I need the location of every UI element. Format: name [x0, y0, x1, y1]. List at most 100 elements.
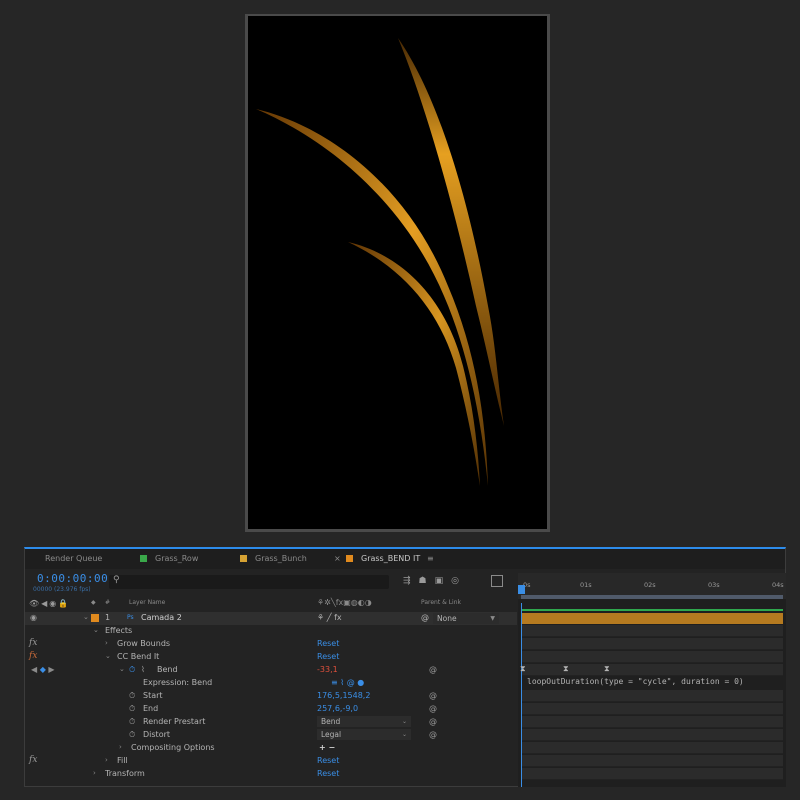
time-ruler[interactable]: 0s 01s 02s 03s 04s	[518, 573, 786, 599]
property-row-distort[interactable]: ⏱ Distort Legal ⌄ @	[25, 729, 517, 742]
eye-icon[interactable]: ◉	[30, 613, 37, 622]
layer-name[interactable]: Camada 2	[141, 613, 182, 622]
expand-chevron-icon[interactable]: ⌄	[105, 652, 111, 660]
time-graph[interactable]: 0s 01s 02s 03s 04s ⧗ ⧗ ⧗ loopOutDuration…	[518, 573, 786, 787]
stopwatch-icon[interactable]: ⏱	[129, 704, 135, 714]
pickwhip-icon[interactable]: @	[429, 730, 437, 739]
effect-fx-icon[interactable]: fx	[29, 638, 37, 648]
stopwatch-icon[interactable]: ⏱	[129, 665, 135, 675]
pickwhip-icon[interactable]: @	[429, 665, 437, 674]
compositing-add-remove-buttons[interactable]: + −	[319, 743, 335, 752]
close-icon[interactable]: ×	[334, 554, 341, 563]
property-row-render-prestart[interactable]: ⏱ Render Prestart Bend ⌄ @	[25, 716, 517, 729]
property-row-end[interactable]: ⏱ End 257,6,-9,0 @	[25, 703, 517, 716]
stopwatch-icon[interactable]: ⏱	[129, 717, 135, 727]
work-area-bar[interactable]	[521, 595, 783, 599]
ruler-tick-label: 02s	[644, 581, 656, 589]
playhead-handle[interactable]	[518, 585, 525, 594]
effect-row-grow-bounds[interactable]: fx › Grow Bounds Reset	[25, 638, 517, 651]
expand-chevron-icon[interactable]: ›	[93, 769, 96, 777]
composition-mini-flowchart-icon[interactable]: ⇶	[403, 576, 419, 586]
expression-controls[interactable]: ≡ ⌇ @ ●	[331, 678, 364, 687]
expand-chevron-icon[interactable]: ⌄	[93, 626, 99, 634]
number-column-header: #	[105, 599, 111, 606]
layer-name-column-header[interactable]: Layer Name	[129, 599, 165, 613]
property-row-compositing-options[interactable]: › Compositing Options + −	[25, 742, 517, 755]
pickwhip-icon[interactable]: @	[429, 691, 437, 700]
track-lane	[521, 716, 783, 728]
track-lane	[521, 742, 783, 754]
track-lane	[521, 625, 783, 637]
tab-grass-row[interactable]: Grass_Row	[140, 554, 198, 563]
effect-name: Fill	[117, 756, 128, 765]
track-lane	[521, 729, 783, 741]
tab-render-queue[interactable]: Render Queue	[45, 554, 102, 563]
keyframe-navigator[interactable]: ◀ ◆ ▶	[31, 665, 55, 674]
expand-chevron-icon[interactable]: ›	[105, 639, 108, 647]
property-name: Transform	[105, 769, 145, 778]
playhead-line[interactable]	[521, 603, 522, 787]
distort-select[interactable]: Legal ⌄	[317, 729, 411, 740]
layer-expand-chevron-icon[interactable]: ⌄	[83, 613, 89, 621]
layer-duration-bar[interactable]	[521, 613, 783, 624]
timeline-switches-toolbar[interactable]: ⇶☗▣◎	[403, 576, 467, 586]
end-value[interactable]: 257,6,-9,0	[317, 704, 358, 713]
layer-row[interactable]: ◉ ⌄ 1 Ps Camada 2 ⚘ ╱ fx @ None ▼	[25, 612, 517, 625]
graph-editor-button[interactable]	[491, 575, 503, 587]
grass-blades-artwork	[256, 38, 504, 486]
effect-fx-icon[interactable]: fx	[29, 755, 37, 765]
shy-layers-icon[interactable]: ▣	[435, 576, 452, 586]
pickwhip-icon[interactable]: @	[421, 613, 429, 622]
ruler-tick-label: 03s	[708, 581, 720, 589]
graph-icon[interactable]: ⌇	[141, 665, 145, 674]
expand-chevron-icon[interactable]: ⌄	[119, 665, 125, 673]
keyframe-icon[interactable]: ⧗	[520, 664, 526, 674]
reset-link[interactable]: Reset	[317, 756, 339, 765]
ruler-tick-label: 01s	[580, 581, 592, 589]
panel-menu-icon[interactable]: ≡	[427, 554, 434, 563]
effect-row-cc-bend-it[interactable]: fx ⌄ CC Bend It Reset	[25, 651, 517, 664]
label-column-header: ◆	[91, 599, 96, 606]
property-name: End	[143, 704, 159, 713]
tab-grass-bend-it[interactable]: Grass_BEND IT	[346, 554, 420, 563]
search-input[interactable]: ⚲	[109, 575, 389, 589]
property-row-bend[interactable]: ◀ ◆ ▶ ⌄ ⏱ ⌇ Bend -33,1 @	[25, 664, 517, 677]
layer-label-color[interactable]	[91, 614, 99, 622]
av-features-header: 👁◀◉🔒	[29, 599, 71, 608]
reset-link[interactable]: Reset	[317, 769, 339, 778]
keyframe-icon[interactable]: ⧗	[563, 664, 569, 674]
pickwhip-icon[interactable]: @	[429, 704, 437, 713]
parent-select[interactable]: None ▼	[433, 613, 499, 624]
property-row-effects[interactable]: ⌄ Effects	[25, 625, 517, 638]
composition-viewer[interactable]	[248, 16, 547, 529]
label-color-swatch	[140, 555, 147, 562]
frame-rate-label: 00000 (23.976 fps)	[33, 586, 91, 593]
layer-switches[interactable]: ⚘ ╱ fx	[317, 613, 342, 622]
keyframe-icon[interactable]: ⧗	[604, 664, 610, 674]
reset-link[interactable]: Reset	[317, 652, 339, 661]
tab-grass-bunch[interactable]: Grass_Bunch	[240, 554, 307, 563]
render-prestart-select[interactable]: Bend ⌄	[317, 716, 411, 727]
pickwhip-icon[interactable]: @	[429, 717, 437, 726]
bend-value[interactable]: -33,1	[317, 665, 338, 674]
expand-chevron-icon[interactable]: ›	[119, 743, 122, 751]
effect-fx-icon[interactable]: fx	[29, 651, 37, 661]
motion-blur-icon[interactable]: ◎	[451, 576, 467, 586]
reset-link[interactable]: Reset	[317, 639, 339, 648]
parent-column-header: Parent & Link	[421, 599, 461, 606]
draft-3d-icon[interactable]: ☗	[419, 576, 435, 586]
expand-chevron-icon[interactable]: ›	[105, 756, 108, 764]
expression-text[interactable]: loopOutDuration(type = "cycle", duration…	[527, 677, 744, 686]
switches-column-header: ⚘✲╲fx▣◍◐◑	[317, 598, 372, 607]
timeline-panel: Render Queue Grass_Row Grass_Bunch × Gra…	[24, 547, 786, 787]
start-value[interactable]: 176,5,1548,2	[317, 691, 370, 700]
effect-row-fill[interactable]: fx › Fill Reset	[25, 755, 517, 768]
stopwatch-icon[interactable]: ⏱	[129, 691, 135, 701]
property-row-transform[interactable]: › Transform Reset	[25, 768, 517, 781]
stopwatch-icon[interactable]: ⏱	[129, 730, 135, 740]
label-color-swatch	[346, 555, 353, 562]
property-row-start[interactable]: ⏱ Start 176,5,1548,2 @	[25, 690, 517, 703]
expression-row[interactable]: Expression: Bend ≡ ⌇ @ ●	[25, 677, 517, 690]
current-time-display[interactable]: 0:00:00:00	[37, 572, 108, 585]
track-lane	[521, 638, 783, 650]
